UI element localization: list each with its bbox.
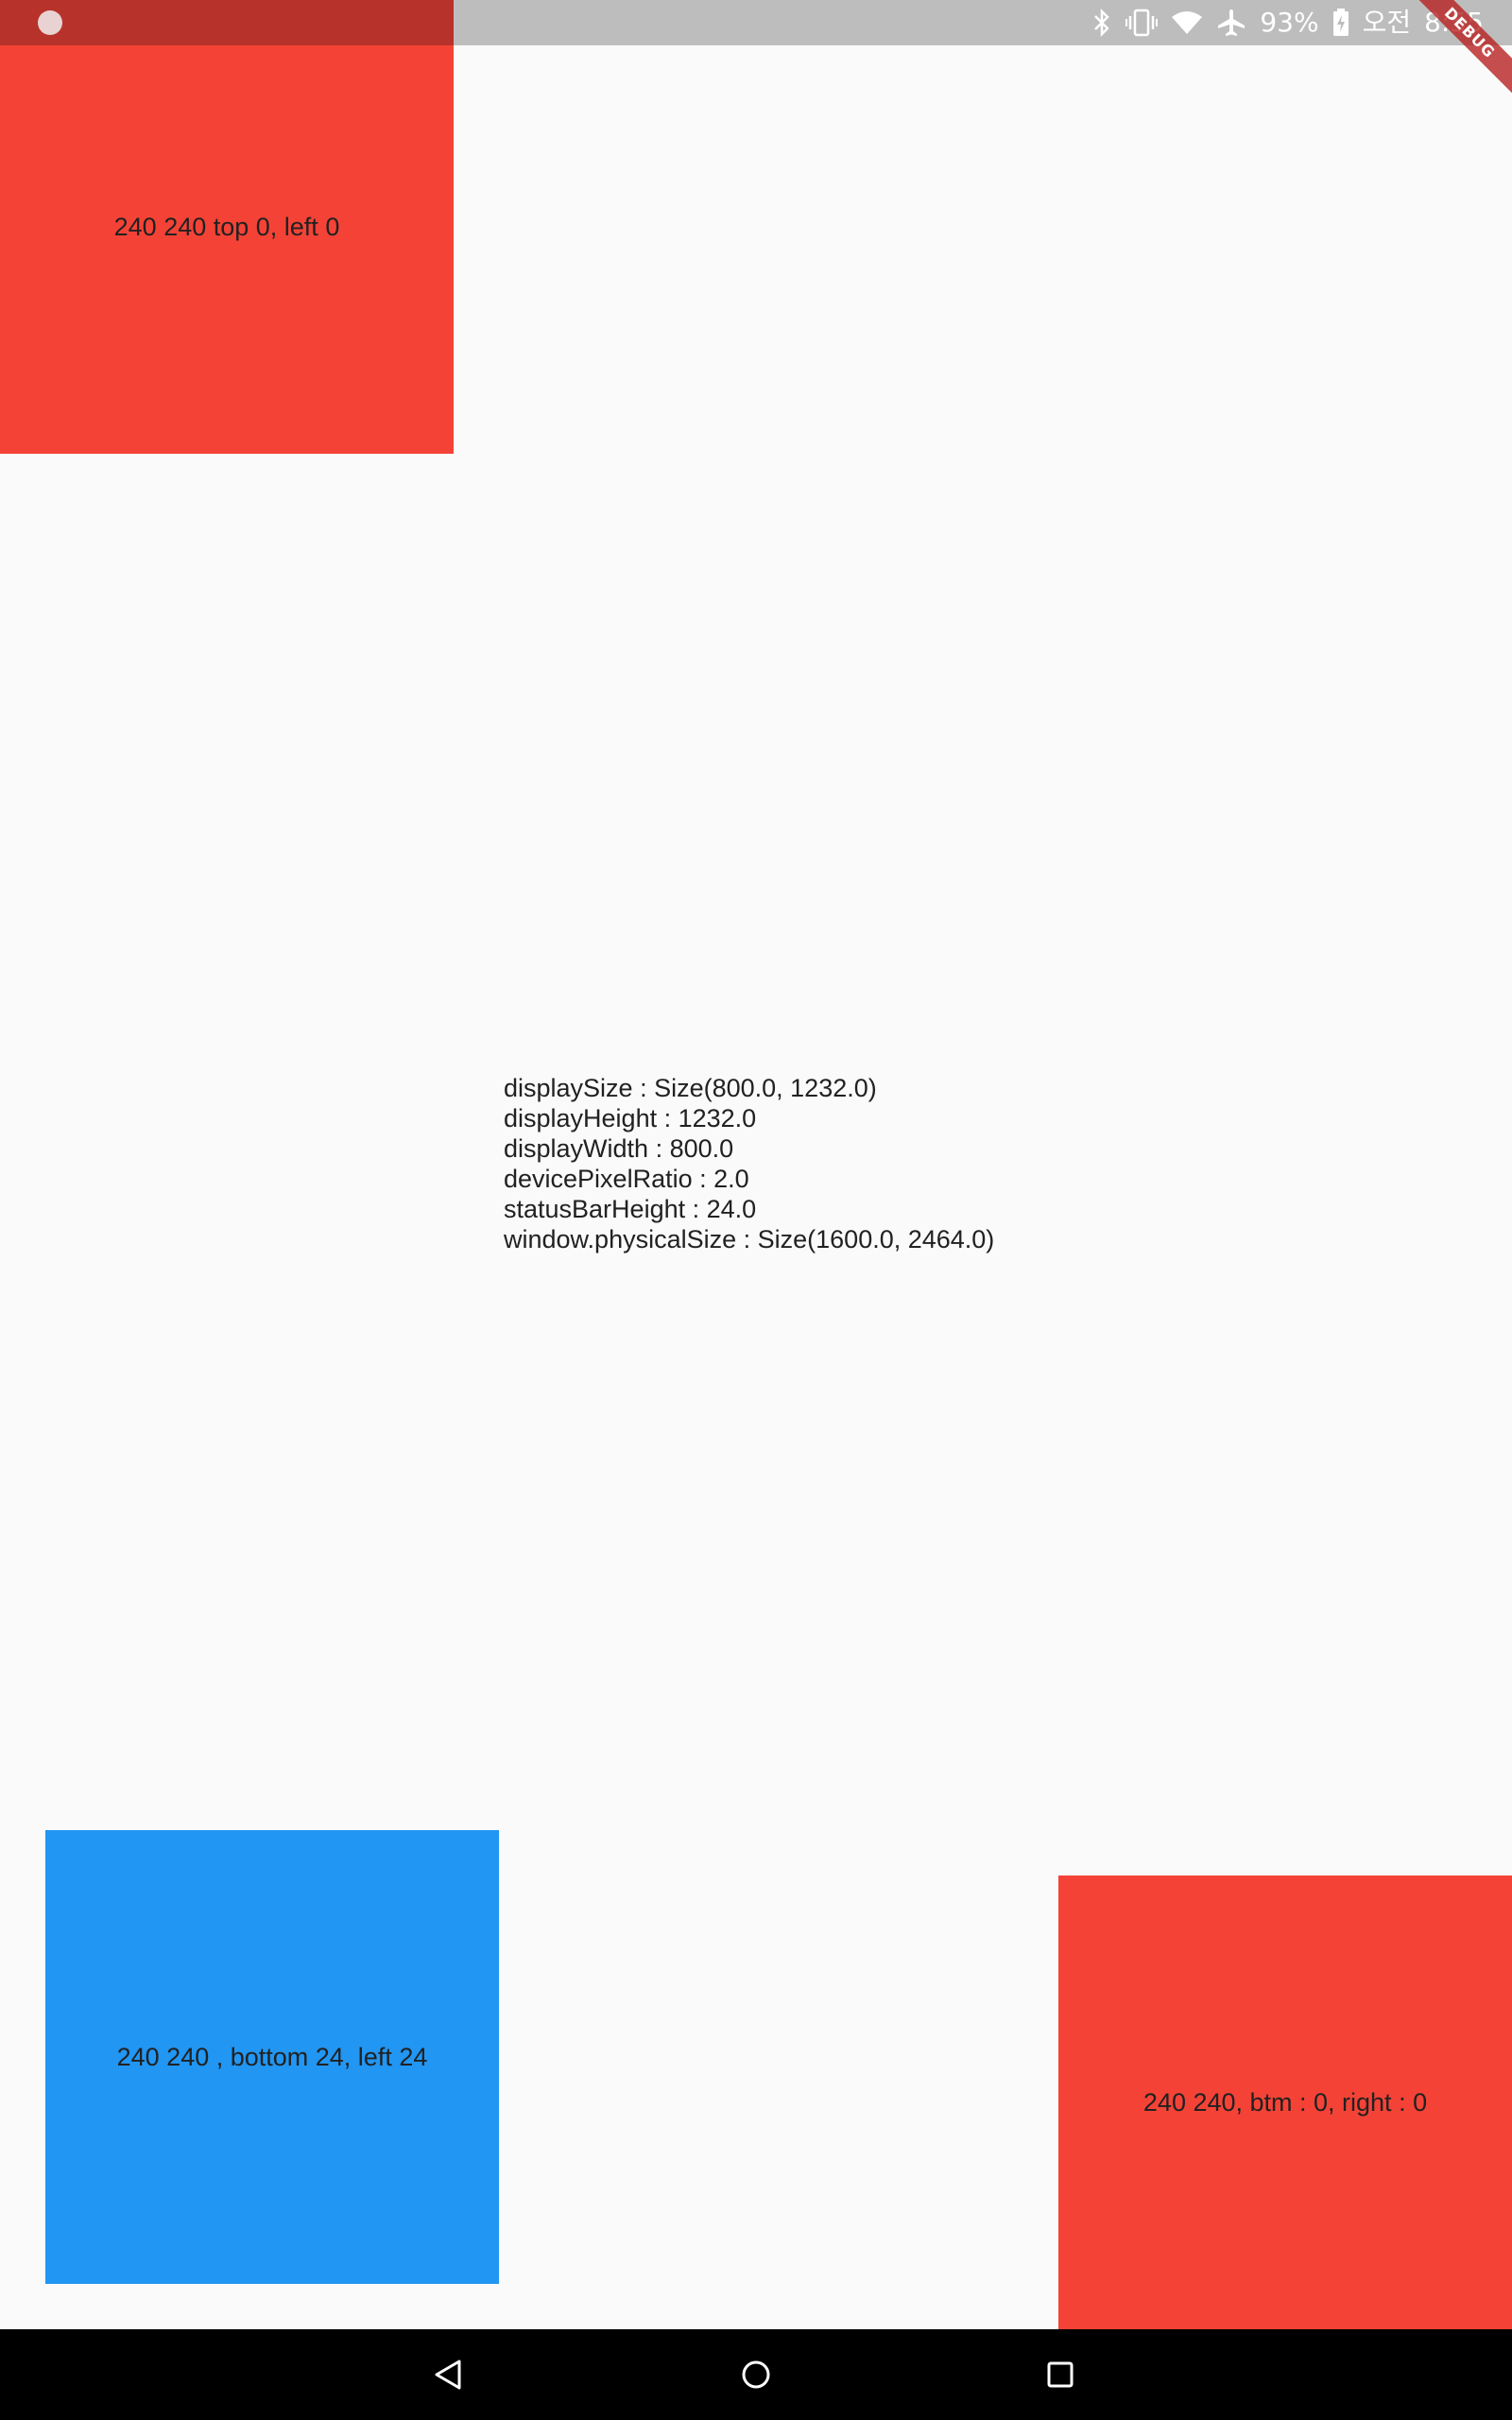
red-box-bottom-right-label: 240 240, btm : 0, right : 0 bbox=[1143, 2087, 1428, 2117]
info-physical-size: window.physicalSize : Size(1600.0, 2464.… bbox=[504, 1225, 995, 1253]
blue-box-bottom-left: 240 240 , bottom 24, left 24 bbox=[45, 1830, 499, 2284]
vibrate-icon bbox=[1125, 9, 1159, 37]
notification-icon bbox=[38, 10, 62, 35]
info-display-size: displaySize : Size(800.0, 1232.0) bbox=[504, 1074, 877, 1102]
red-box-bottom-right: 240 240, btm : 0, right : 0 bbox=[1058, 1876, 1512, 2329]
debug-banner: DEBUG bbox=[1408, 0, 1512, 104]
info-status-bar-height: statusBarHeight : 24.0 bbox=[504, 1195, 757, 1223]
info-device-pixel-ratio: devicePixelRatio : 2.0 bbox=[504, 1165, 749, 1193]
back-icon[interactable] bbox=[427, 2352, 472, 2397]
wifi-icon bbox=[1171, 9, 1203, 36]
app-screen: 93% 오전 8:55 DEBUG 240 240 top 0, left 0 … bbox=[0, 0, 1512, 2420]
red-box-top-left: 240 240 top 0, left 0 bbox=[0, 0, 454, 454]
bluetooth-icon bbox=[1091, 9, 1112, 37]
home-icon[interactable] bbox=[733, 2352, 779, 2397]
debug-banner-label: DEBUG bbox=[1408, 0, 1512, 104]
info-display-height: displayHeight : 1232.0 bbox=[504, 1104, 757, 1132]
status-bar-overlay bbox=[0, 0, 454, 45]
status-ampm: 오전 bbox=[1362, 7, 1412, 38]
battery-percent: 93% bbox=[1260, 7, 1319, 38]
navigation-bar bbox=[0, 2329, 1512, 2420]
recents-icon[interactable] bbox=[1038, 2352, 1083, 2397]
red-box-top-left-label: 240 240 top 0, left 0 bbox=[113, 212, 340, 241]
blue-box-bottom-left-label: 240 240 , bottom 24, left 24 bbox=[116, 2042, 428, 2071]
airplane-mode-icon bbox=[1216, 8, 1246, 38]
display-info: displaySize : Size(800.0, 1232.0) displa… bbox=[504, 1073, 994, 1254]
info-display-width: displayWidth : 800.0 bbox=[504, 1134, 734, 1163]
battery-charging-icon bbox=[1332, 9, 1349, 37]
